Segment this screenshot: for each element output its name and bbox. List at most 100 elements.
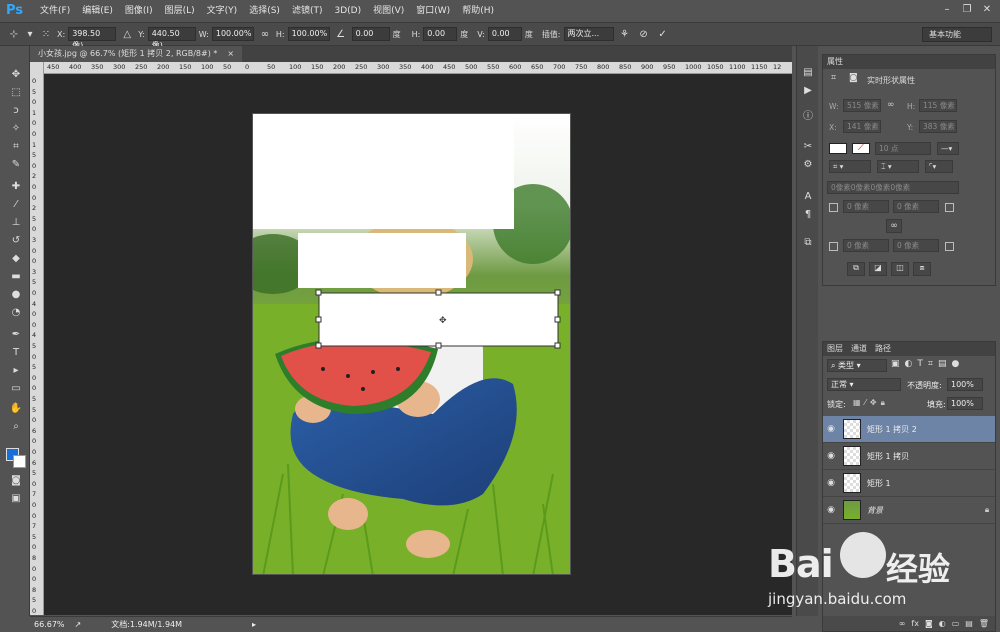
vertical-ruler[interactable]: 0501001502002503003504004505005506006507…	[30, 62, 44, 615]
visibility-eye-icon[interactable]: ◉	[823, 478, 839, 488]
width-field[interactable]: 100.00%	[211, 27, 254, 41]
status-arrow-icon[interactable]: ▸	[252, 620, 256, 629]
adjust-filter-icon[interactable]: ◐	[905, 359, 913, 369]
tab-paths[interactable]: 路径	[875, 342, 891, 356]
fill-swatch[interactable]	[829, 143, 847, 154]
layer-row[interactable]: ◉ 背景 🔒︎	[823, 497, 995, 524]
link-corners-icon[interactable]: ∞	[886, 219, 902, 233]
corner-tl-field[interactable]: 0 像素	[843, 200, 889, 213]
stroke-style-select[interactable]: —▾	[937, 142, 959, 155]
lock-transparent-icon[interactable]: ▦	[853, 398, 861, 408]
adjust-icon[interactable]: ⚙	[800, 158, 816, 172]
prop-w-field[interactable]: 515 像素	[843, 99, 881, 112]
corner-radius-all[interactable]: 0像素0像素0像素0像素	[827, 181, 959, 194]
workspace-select[interactable]: 基本功能	[922, 27, 992, 42]
pen-tool-icon[interactable]: ✒	[8, 328, 24, 342]
delta-icon[interactable]: △	[119, 26, 135, 42]
export-icon[interactable]: ↗	[75, 620, 82, 629]
lock-all-icon[interactable]: 🔒︎	[881, 398, 885, 408]
menu-item[interactable]: 视图(V)	[367, 0, 410, 22]
hand-tool-icon[interactable]: ✋	[8, 402, 24, 416]
path-select-icon[interactable]: ▸	[8, 364, 24, 378]
menu-item[interactable]: 3D(D)	[328, 0, 367, 22]
document-tab[interactable]: 小女孩.jpg @ 66.7% (矩形 1 拷贝 2, RGB/8#) * ×	[30, 46, 243, 62]
lock-paint-icon[interactable]: ⁄	[865, 398, 866, 408]
x-field[interactable]: 398.50 像)	[68, 27, 117, 50]
history-brush-icon[interactable]: ↺	[8, 234, 24, 248]
menu-item[interactable]: 图像(I)	[119, 0, 159, 22]
brush-tool-icon[interactable]: ⁄	[8, 198, 24, 212]
zoom-tool-icon[interactable]: ⌕	[8, 420, 24, 434]
lock-position-icon[interactable]: ✥	[870, 398, 877, 408]
chevron-down-icon[interactable]: ▾	[25, 26, 35, 42]
new-group-icon[interactable]: ▭	[952, 616, 960, 631]
corner-br-field[interactable]: 0 像素	[893, 239, 939, 252]
new-layer-icon[interactable]: ▤	[965, 616, 973, 631]
crop-tool-icon[interactable]: ⌗	[8, 140, 24, 154]
marquee-tool-icon[interactable]: ⬚	[8, 86, 24, 100]
transform-tool-icon[interactable]: ⊹	[6, 26, 22, 42]
hskew-field[interactable]: 0.00	[423, 27, 458, 41]
stroke-caps-select[interactable]: ⌶ ▾	[877, 160, 919, 173]
dodge-icon[interactable]: ◔	[8, 306, 24, 320]
actions-icon[interactable]: ▶	[800, 84, 816, 98]
exclude-shape-icon[interactable]: ⧈	[913, 262, 931, 276]
tab-close-icon[interactable]: ×	[227, 46, 234, 62]
mask-icon[interactable]: ◙	[849, 73, 858, 83]
paragraph-icon[interactable]: ¶	[800, 208, 816, 222]
horizontal-ruler[interactable]: 450 400 350 300 250 200 150 100 50 0 50 100 150 200 25…	[44, 62, 792, 74]
link-icon[interactable]: ∞	[887, 100, 895, 110]
align-stroke-select[interactable]: ⌗ ▾	[829, 160, 871, 173]
link-layers-icon[interactable]: ∞	[899, 616, 906, 631]
restore-icon[interactable]: ❐	[958, 2, 976, 16]
shape-tool-icon[interactable]: ▭	[8, 382, 24, 396]
clone-source-icon[interactable]: ⧉	[800, 236, 816, 250]
adjustment-layer-icon[interactable]: ◐	[939, 616, 946, 631]
pixel-filter-icon[interactable]: ▣	[891, 359, 900, 369]
corner-bl-field[interactable]: 0 像素	[843, 239, 889, 252]
interp-select[interactable]: 两次立...	[563, 27, 614, 41]
eraser-icon[interactable]: ◆	[8, 252, 24, 266]
shape-filter-icon[interactable]: ⌗	[928, 359, 933, 369]
magic-wand-icon[interactable]: ✧	[8, 122, 24, 136]
tool-presets-icon[interactable]: ✂	[800, 140, 816, 154]
history-icon[interactable]: ▤	[800, 66, 816, 80]
layer-row[interactable]: ◉ 矩形 1 拷贝	[823, 443, 995, 470]
fill-field[interactable]: 100%	[947, 397, 983, 410]
close-icon[interactable]: ✕	[978, 2, 996, 16]
prop-y-field[interactable]: 383 像素	[919, 120, 957, 133]
visibility-eye-icon[interactable]: ◉	[823, 451, 839, 461]
subtract-shape-icon[interactable]: ◪	[869, 262, 887, 276]
cancel-transform-icon[interactable]: ⊘	[636, 26, 652, 42]
tab-properties[interactable]: 属性	[823, 55, 995, 69]
commit-transform-icon[interactable]: ✓	[655, 26, 671, 42]
stroke-width-field[interactable]: 10 点	[875, 142, 931, 155]
type-tool-icon[interactable]: T	[8, 346, 24, 360]
healing-brush-icon[interactable]: ✚	[8, 180, 24, 194]
quick-mask-icon[interactable]: ◙	[8, 474, 24, 488]
layer-row[interactable]: ◉ 矩形 1	[823, 470, 995, 497]
blend-mode-select[interactable]: 正常 ▾	[827, 378, 901, 391]
tab-channels[interactable]: 通道	[851, 342, 867, 356]
info-icon[interactable]: ⓘ	[800, 110, 816, 124]
intersect-shape-icon[interactable]: ◫	[891, 262, 909, 276]
blur-icon[interactable]: ●	[8, 288, 24, 302]
y-field[interactable]: 440.50 像)	[147, 27, 196, 50]
menu-item[interactable]: 帮助(H)	[456, 0, 500, 22]
menu-item[interactable]: 文字(Y)	[201, 0, 244, 22]
menu-item[interactable]: 窗口(W)	[410, 0, 456, 22]
menu-item[interactable]: 选择(S)	[243, 0, 286, 22]
menu-item[interactable]: 图层(L)	[159, 0, 201, 22]
visibility-eye-icon[interactable]: ◉	[823, 424, 839, 434]
filter-toggle-icon[interactable]: ●	[951, 359, 959, 369]
background-color-swatch[interactable]	[13, 455, 26, 468]
menu-item[interactable]: 文件(F)	[34, 0, 76, 22]
stroke-swatch[interactable]: ⟋	[852, 143, 870, 154]
vskew-field[interactable]: 0.00	[487, 27, 522, 41]
combine-shapes-icon[interactable]: ⧉	[847, 262, 865, 276]
layer-row[interactable]: ◉ 矩形 1 拷贝 2	[823, 416, 995, 443]
corner-tr-field[interactable]: 0 像素	[893, 200, 939, 213]
move-tool-icon[interactable]: ✥	[8, 68, 24, 82]
character-icon[interactable]: A	[800, 190, 816, 204]
menu-item[interactable]: 编辑(E)	[76, 0, 119, 22]
